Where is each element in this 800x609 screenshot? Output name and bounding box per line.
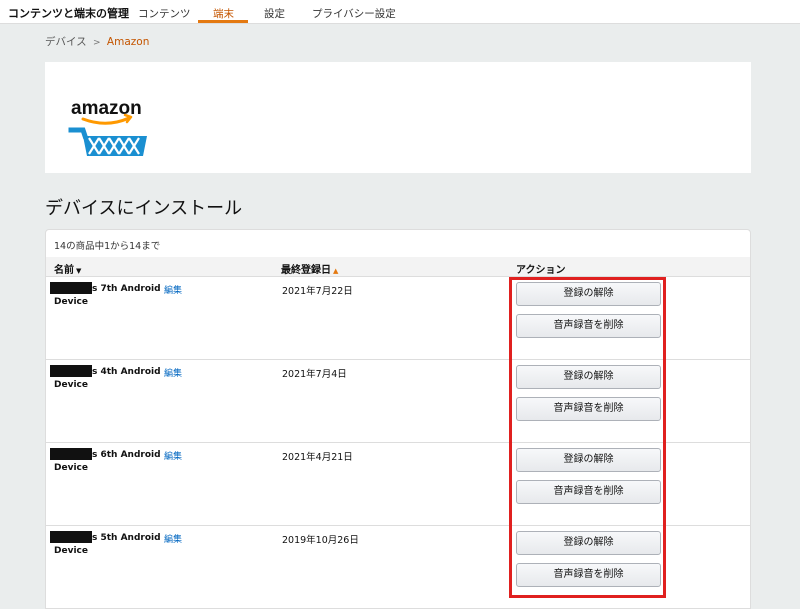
name-column-header[interactable]: 名前 ▼ [54, 261, 81, 276]
amazon-logo: amazon amazon [65, 72, 151, 158]
sort-down-icon: ▼ [76, 267, 82, 275]
device-name: s 5th Android Device [54, 533, 161, 556]
section-heading: デバイスにインストール [45, 198, 243, 219]
delete-voice-recordings-button[interactable]: 音声録音を削除 [516, 397, 661, 421]
sort-up-icon: ▲ [333, 267, 339, 275]
last-registered-date: 2021年7月4日 [282, 369, 347, 380]
deregister-button[interactable]: 登録の解除 [516, 282, 661, 306]
delete-voice-recordings-button[interactable]: 音声録音を削除 [516, 563, 661, 587]
amazon-cart-logo-icon: amazon [68, 98, 147, 156]
edit-link[interactable]: 編集 [164, 449, 182, 462]
breadcrumb-separator: > [93, 38, 101, 48]
deregister-button[interactable]: 登録の解除 [516, 531, 661, 555]
last-registered-date: 2021年7月22日 [282, 286, 353, 297]
table-header: 名前 ▼ 最終登録日 ▲ アクション [46, 257, 750, 277]
table-row: s 5th Android Device 編集 2019年10月26日 登録の解… [46, 526, 750, 609]
top-nav: コンテンツと端末の管理 コンテンツ 端末 設定 プライバシー設定 [0, 0, 800, 24]
devices-table: 14の商品中1から14まで 名前 ▼ 最終登録日 ▲ アクション s 7th And… [45, 229, 751, 609]
last-registered-date: 2019年10月26日 [282, 535, 359, 546]
table-row: s 4th Android Device 編集 2021年7月4日 登録の解除 … [46, 360, 750, 443]
breadcrumb-current: Amazon [106, 36, 150, 48]
deregister-button[interactable]: 登録の解除 [516, 365, 661, 389]
result-count: 14の商品中1から14まで [54, 241, 161, 252]
deregister-button[interactable]: 登録の解除 [516, 448, 661, 472]
device-name: s 4th Android Device [54, 367, 161, 390]
tab-content[interactable]: コンテンツ [138, 6, 191, 21]
last-registered-date: 2021年4月21日 [282, 452, 353, 463]
device-name: s 6th Android Device [54, 450, 161, 473]
app-title: コンテンツと端末の管理 [8, 7, 129, 20]
tab-privacy-settings[interactable]: プライバシー設定 [312, 6, 396, 21]
active-tab-indicator [198, 20, 248, 23]
breadcrumb: デバイス > Amazon [45, 34, 149, 49]
device-logo-panel: amazon amazon [45, 62, 751, 173]
table-row: s 6th Android Device 編集 2021年4月21日 登録の解除… [46, 443, 750, 526]
edit-link[interactable]: 編集 [164, 366, 182, 379]
edit-link[interactable]: 編集 [164, 283, 182, 296]
device-name: s 7th Android Device [54, 284, 161, 307]
tab-settings[interactable]: 設定 [264, 6, 285, 21]
table-row: s 7th Android Device 編集 2021年7月22日 登録の解除… [46, 277, 750, 360]
breadcrumb-devices-link[interactable]: デバイス [45, 36, 87, 48]
tab-devices[interactable]: 端末 [213, 6, 234, 21]
date-column-header[interactable]: 最終登録日 ▲ [281, 261, 338, 276]
delete-voice-recordings-button[interactable]: 音声録音を削除 [516, 314, 661, 338]
delete-voice-recordings-button[interactable]: 音声録音を削除 [516, 480, 661, 504]
action-column-header: アクション [516, 265, 566, 276]
edit-link[interactable]: 編集 [164, 532, 182, 545]
